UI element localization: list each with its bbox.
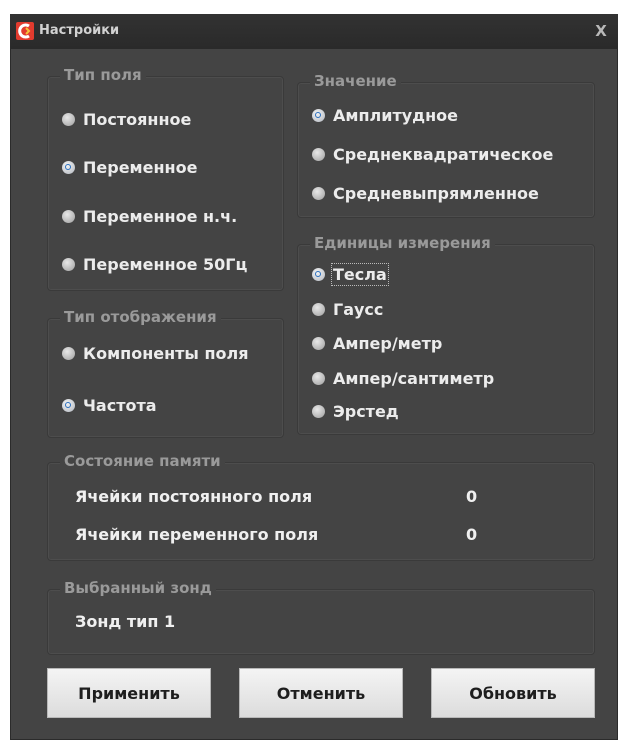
radio-unchecked-icon [312,187,325,200]
radio-unit-ampere-meter[interactable]: Ампер/метр [312,334,442,353]
radio-unchecked-icon [62,210,75,223]
radio-field-alternating-50hz[interactable]: Переменное 50Гц [62,255,247,274]
radio-label: Частота [83,396,157,415]
radio-checked-icon [312,109,325,122]
selected-probe-value: Зонд тип 1 [75,612,176,631]
radio-field-constant[interactable]: Постоянное [62,110,191,129]
memory-alternating-value: 0 [466,525,478,544]
apply-button[interactable]: Применить [47,668,211,718]
radio-unchecked-icon [312,148,325,161]
selected-probe-group: Выбранный зонд Зонд тип 1 [47,579,595,655]
field-type-group: Тип поля Постоянное Переменное Переменно… [47,66,284,291]
value-group: Значение Амплитудное Среднеквадратическо… [297,72,595,218]
radio-label: Переменное [83,158,198,177]
selected-probe-legend: Выбранный зонд [60,579,216,597]
radio-unit-oersted[interactable]: Эрстед [312,402,399,421]
radio-unchecked-icon [62,258,75,271]
radio-field-alternating[interactable]: Переменное [62,158,197,177]
radio-label: Переменное н.ч. [83,207,238,226]
title-bar[interactable]: Настройки X [10,14,618,49]
memory-alternating-label: Ячейки переменного поля [75,525,319,544]
settings-window: Настройки X Тип поля Постоянное Переменн… [10,14,618,740]
close-button[interactable]: X [592,21,610,41]
radio-value-rectified[interactable]: Средневыпрямленное [312,184,539,203]
memory-status-legend: Состояние памяти [60,452,225,470]
radio-unit-tesla[interactable]: Тесла [312,263,389,286]
memory-status-group: Состояние памяти Ячейки постоянного поля… [47,452,595,561]
display-type-group: Тип отображения Компоненты поля Частота [47,308,284,438]
radio-unchecked-icon [62,347,75,360]
radio-unchecked-icon [312,372,325,385]
radio-checked-icon [62,161,75,174]
radio-checked-icon [312,268,325,281]
display-type-legend: Тип отображения [60,308,221,326]
radio-label: Среднеквадратическое [333,145,554,164]
radio-label: Переменное 50Гц [83,255,248,274]
radio-unit-ampere-cm[interactable]: Ампер/сантиметр [312,369,494,388]
radio-label: Эрстед [333,402,399,421]
field-type-legend: Тип поля [60,66,146,84]
radio-label: Амплитудное [333,106,458,125]
radio-label: Ампер/сантиметр [333,369,495,388]
radio-unchecked-icon [62,113,75,126]
radio-label: Ампер/метр [333,334,443,353]
radio-label: Гаусс [333,300,384,319]
radio-field-alternating-lf[interactable]: Переменное н.ч. [62,207,237,226]
radio-unchecked-icon [312,303,325,316]
units-group: Единицы измерения Тесла Гаусс Ампер/метр… [297,234,595,435]
refresh-button[interactable]: Обновить [431,668,595,718]
radio-value-amplitude[interactable]: Амплитудное [312,106,458,125]
radio-unit-gauss[interactable]: Гаусс [312,300,383,319]
cancel-button[interactable]: Отменить [239,668,403,718]
radio-checked-icon [62,399,75,412]
radio-label: Средневыпрямленное [333,184,539,203]
radio-unchecked-icon [312,405,325,418]
window-title: Настройки [39,23,120,38]
radio-display-components[interactable]: Компоненты поля [62,344,249,363]
radio-label: Тесла [331,263,389,286]
radio-display-frequency[interactable]: Частота [62,396,157,415]
radio-label: Компоненты поля [83,344,249,363]
memory-constant-value: 0 [466,487,478,506]
radio-unchecked-icon [312,337,325,350]
radio-label: Постоянное [83,110,192,129]
radio-value-rms[interactable]: Среднеквадратическое [312,145,553,164]
units-legend: Единицы измерения [310,234,495,252]
memory-constant-label: Ячейки постоянного поля [75,487,313,506]
app-logo-icon [16,22,34,40]
value-legend: Значение [310,72,401,90]
